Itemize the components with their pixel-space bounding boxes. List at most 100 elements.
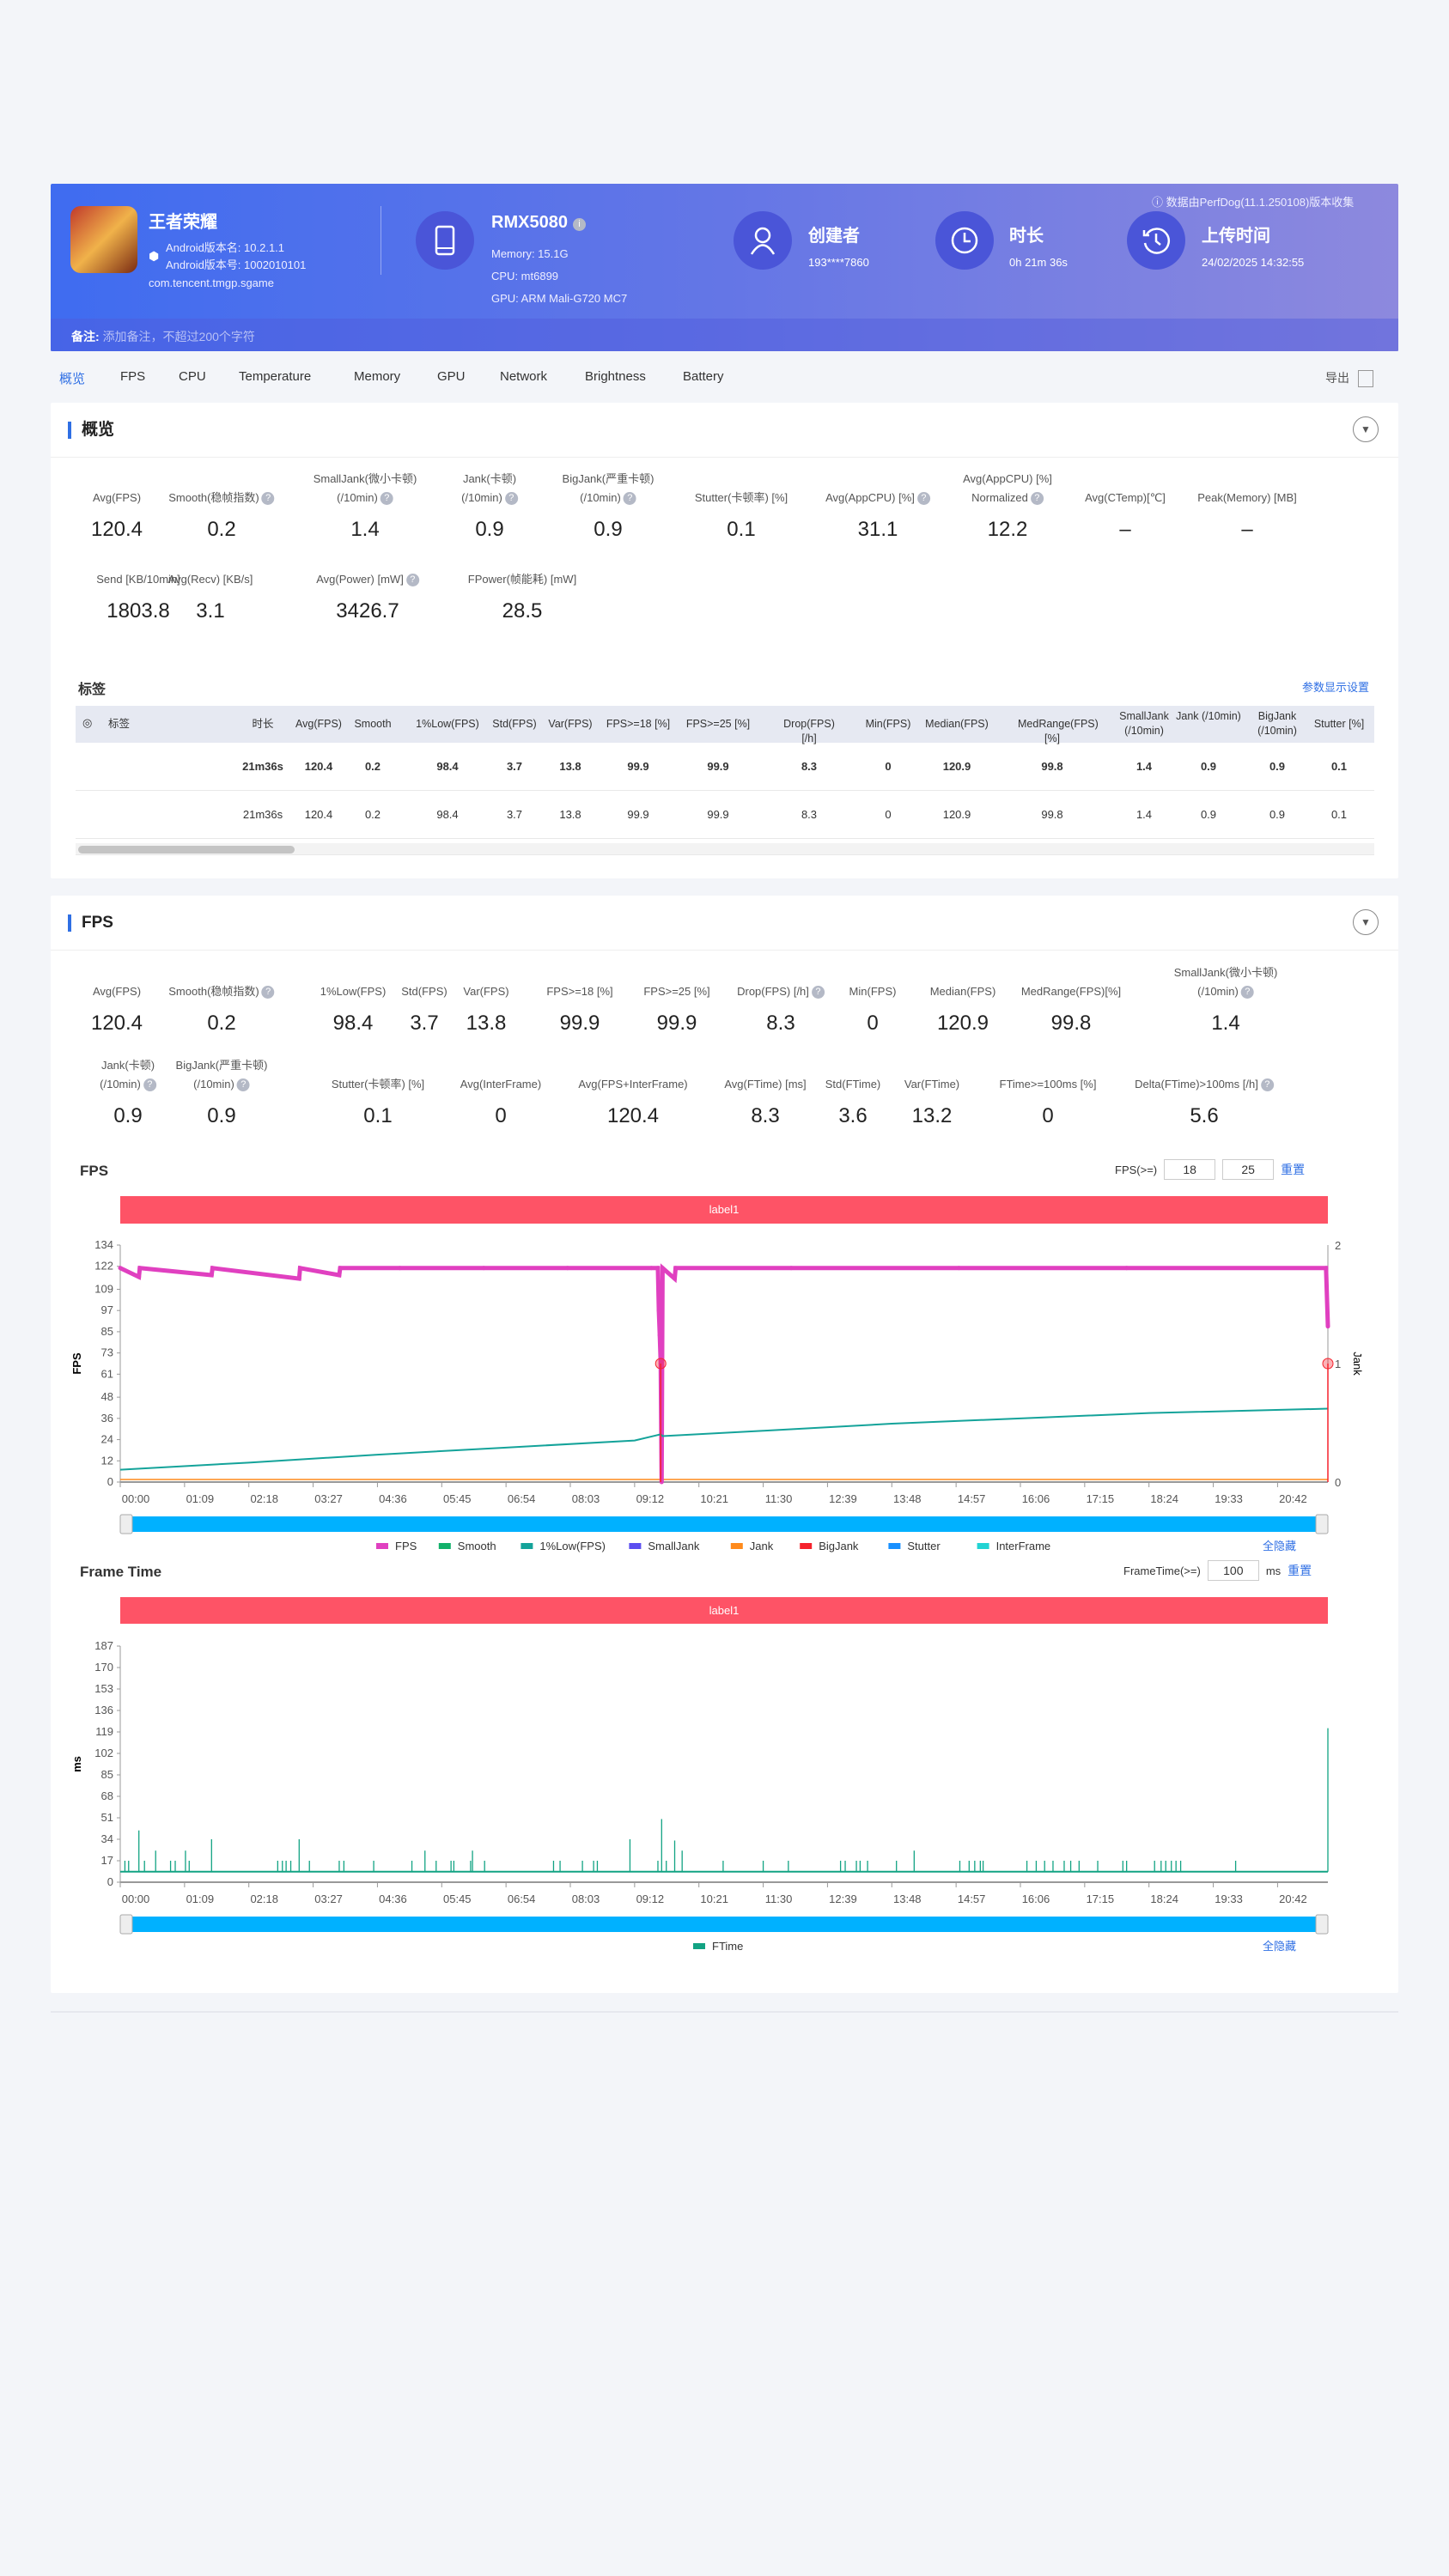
help-icon[interactable]: ?: [916, 492, 930, 506]
help-icon[interactable]: ?: [380, 492, 393, 506]
legend-swatch[interactable]: [438, 1543, 451, 1549]
stat-label-text: (/10min): [1197, 985, 1239, 998]
stat-label-text: Normalized: [971, 491, 1028, 504]
help-icon[interactable]: ?: [1260, 1078, 1274, 1092]
tab-gpu[interactable]: GPU: [437, 369, 466, 384]
series-line-1lowfps[interactable]: [119, 1407, 1329, 1471]
hide-all-button[interactable]: 全隐藏: [1263, 1940, 1296, 1953]
hide-all-button[interactable]: 全隐藏: [1263, 1540, 1296, 1552]
help-icon[interactable]: ?: [1240, 986, 1254, 999]
stat-label-text: (/10min): [193, 1078, 234, 1091]
slider-handle-left[interactable]: [119, 1514, 133, 1534]
legend-swatch[interactable]: [800, 1543, 813, 1549]
column-header[interactable]: 标签: [108, 717, 160, 732]
legend-item[interactable]: FPS: [395, 1540, 417, 1552]
stat-item: Peak(Memory) [MB] –: [1197, 489, 1297, 542]
legend-item[interactable]: Jank: [750, 1540, 774, 1552]
fps-threshold-input-1[interactable]: 18: [1164, 1159, 1216, 1180]
tab-概览[interactable]: 概览: [59, 369, 85, 387]
x-tick-label: 19:33: [1215, 1893, 1243, 1905]
legend-item[interactable]: BigJank: [819, 1540, 859, 1552]
fps-threshold-input-2[interactable]: 25: [1222, 1159, 1275, 1180]
stat-label-text: 1%Low(FPS): [320, 985, 387, 998]
column-header[interactable]: FPS>=18 [%]: [604, 717, 673, 732]
table-row[interactable]: 21m36s 120.4 0.2 98.4 3.7 13.8 99.9 99.9 8.3 0 120…: [76, 743, 1374, 791]
legend-item[interactable]: SmallJank: [648, 1540, 699, 1552]
help-icon[interactable]: ?: [261, 986, 275, 999]
legend-swatch[interactable]: [376, 1543, 388, 1549]
help-icon[interactable]: ?: [405, 574, 419, 587]
help-icon[interactable]: ?: [236, 1078, 250, 1092]
column-header[interactable]: BigJank (/10min): [1243, 709, 1312, 738]
column-header[interactable]: Smooth: [338, 717, 407, 732]
legend-swatch[interactable]: [730, 1543, 743, 1549]
help-icon[interactable]: ?: [143, 1078, 156, 1092]
help-icon[interactable]: ?: [261, 492, 275, 506]
column-header[interactable]: Var(FPS): [536, 717, 605, 732]
legend-swatch[interactable]: [693, 1943, 705, 1949]
column-header[interactable]: Min(FPS): [854, 717, 922, 732]
tab-brightness[interactable]: Brightness: [585, 369, 646, 384]
info-icon[interactable]: i: [573, 218, 586, 231]
stat-value: 99.8: [1050, 1012, 1092, 1035]
legend-item[interactable]: Stutter: [907, 1540, 941, 1552]
fps-threshold-controls: FPS(>=) 18 25 重置: [1115, 1159, 1305, 1180]
legend-swatch[interactable]: [521, 1543, 533, 1549]
ftime-reset-button[interactable]: 重置: [1288, 1562, 1312, 1579]
slider-handle-right[interactable]: [1315, 1914, 1329, 1935]
legend-item[interactable]: InterFrame: [996, 1540, 1051, 1552]
column-header[interactable]: Stutter [%]: [1305, 717, 1373, 732]
frametime-label-band[interactable]: label1: [120, 1597, 1328, 1624]
series-line-fps[interactable]: [119, 1263, 1330, 1483]
overview-card: 概览 ▼ Avg(FPS) 120.4 Smooth(稳帧指数)? 0.2 SmallJ…: [51, 403, 1398, 878]
legend-item[interactable]: FTime: [712, 1940, 743, 1953]
stat-label: Drop(FPS) [/h]?: [737, 982, 825, 1001]
eye-icon[interactable]: ◎: [82, 716, 92, 730]
x-tick-label: 18:24: [1150, 1492, 1178, 1505]
fps-label-band[interactable]: label1: [120, 1196, 1328, 1224]
param-settings-link[interactable]: 参数显示设置: [1302, 678, 1369, 695]
table-row[interactable]: 21m36s 120.4 0.2 98.4 3.7 13.8 99.9 99.9 8.3 0 120…: [76, 791, 1374, 839]
column-header[interactable]: MedRange(FPS)[%]: [1018, 717, 1099, 746]
column-header[interactable]: Jank (/10min): [1174, 709, 1243, 724]
session-header: 王者荣耀 ⬢ Android版本名: 10.2.1.1 Android版本号: …: [51, 184, 1398, 351]
tab-network[interactable]: Network: [500, 369, 547, 384]
fps-reset-button[interactable]: 重置: [1281, 1161, 1305, 1178]
note-input[interactable]: 添加备注，不超过200个字符: [103, 330, 255, 343]
slider-handle-left[interactable]: [119, 1914, 133, 1935]
help-icon[interactable]: ?: [811, 986, 825, 999]
legend-item[interactable]: Smooth: [458, 1540, 496, 1552]
help-icon[interactable]: ?: [1030, 492, 1044, 506]
zoom-slider[interactable]: [120, 1516, 1328, 1532]
column-header[interactable]: Drop(FPS) [/h]: [775, 717, 843, 746]
fps-stats: Avg(FPS) 120.4 Smooth(稳帧指数)? 0.2 1%Low(FPS) 9…: [51, 896, 1398, 1153]
legend-swatch[interactable]: [888, 1543, 901, 1549]
tab-fps[interactable]: FPS: [120, 369, 145, 384]
zoom-slider[interactable]: [120, 1917, 1328, 1932]
fps-point: [673, 1276, 678, 1281]
stat-item: FPower(帧能耗) [mW] 28.5: [468, 570, 576, 623]
help-icon[interactable]: ?: [504, 492, 518, 506]
column-header[interactable]: 1%Low(FPS): [413, 717, 482, 732]
legend-swatch[interactable]: [629, 1543, 642, 1549]
legend-item[interactable]: 1%Low(FPS): [539, 1540, 606, 1552]
tab-cpu[interactable]: CPU: [179, 369, 206, 384]
ftime-threshold-input[interactable]: 100: [1207, 1560, 1259, 1581]
export-icon: [1357, 370, 1373, 388]
tab-memory[interactable]: Memory: [354, 369, 400, 384]
tab-battery[interactable]: Battery: [683, 369, 724, 384]
table-scrollbar-thumb[interactable]: [78, 846, 295, 854]
stat-label-text: Avg(AppCPU) [%]: [963, 472, 1052, 485]
column-header[interactable]: SmallJank (/10min): [1110, 709, 1178, 738]
column-header[interactable]: FPS>=25 [%]: [684, 717, 752, 732]
tab-temperature[interactable]: Temperature: [239, 369, 311, 384]
export-button[interactable]: 导出: [1325, 369, 1373, 388]
stat-label: Peak(Memory) [MB]: [1197, 489, 1297, 507]
label-band-text: label1: [709, 1203, 740, 1216]
help-icon[interactable]: ?: [623, 492, 636, 506]
slider-handle-right[interactable]: [1315, 1514, 1329, 1534]
fps-point: [673, 1266, 679, 1271]
note-bar[interactable]: 备注: 添加备注，不超过200个字符: [51, 319, 1398, 351]
column-header[interactable]: Median(FPS): [922, 717, 991, 732]
legend-swatch[interactable]: [977, 1543, 989, 1549]
